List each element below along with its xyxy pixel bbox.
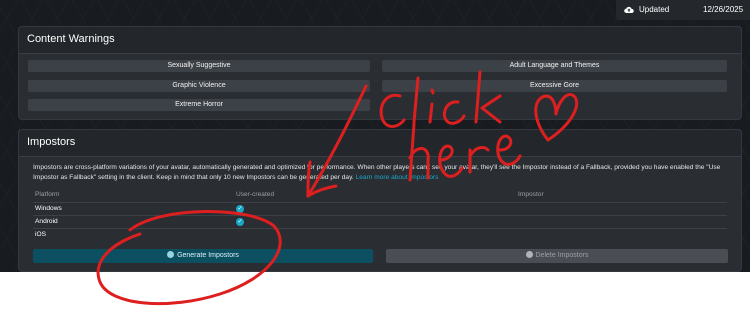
generate-impostors-button[interactable]: Generate Impostors (33, 249, 373, 263)
content-warnings-panel: Content Warnings Sexually Suggestive Adu… (18, 26, 742, 120)
generate-label: Generate Impostors (177, 252, 239, 259)
content-warnings-title: Content Warnings (27, 33, 115, 45)
impostors-panel: Impostors Impostors are cross-platform v… (18, 129, 742, 272)
tag-excessive-gore[interactable]: Excessive Gore (382, 80, 727, 92)
delete-icon (525, 251, 533, 258)
tag-sexually-suggestive[interactable]: Sexually Suggestive (28, 60, 370, 72)
updated-label: Updated (639, 5, 670, 14)
content-warnings-header: Content Warnings (19, 27, 741, 54)
column-platform: Platform (35, 191, 60, 198)
cloud-upload-icon (624, 6, 634, 14)
learn-more-link[interactable]: Learn more about Impostors (356, 174, 439, 181)
updated-status: Updated 12/26/2025 (616, 0, 750, 20)
generate-icon (167, 251, 175, 258)
delete-label: Delete Impostors (535, 252, 589, 259)
delete-impostors-button[interactable]: Delete Impostors (386, 249, 728, 263)
tag-graphic-violence[interactable]: Graphic Violence (28, 80, 370, 92)
platform-name: iOS (35, 231, 46, 238)
updated-date: 12/26/2025 (703, 5, 744, 14)
column-user-created: User-created (236, 191, 275, 198)
tag-extreme-horror[interactable]: Extreme Horror (28, 99, 370, 111)
table-row: Windows ✓ (33, 202, 727, 216)
column-impostor: Impostor (518, 191, 544, 198)
impostors-header: Impostors (19, 130, 741, 157)
table-row: iOS (33, 228, 727, 242)
check-icon: ✓ (236, 218, 244, 226)
app-window: Updated 12/26/2025 Content Warnings Sexu… (0, 0, 750, 272)
platform-name: Windows (35, 205, 62, 212)
impostors-title: Impostors (27, 136, 76, 148)
check-icon: ✓ (236, 205, 244, 213)
tag-adult-language[interactable]: Adult Language and Themes (382, 60, 727, 72)
platform-name: Android (35, 218, 58, 225)
table-row: Android ✓ (33, 215, 727, 229)
impostors-description: Impostors are cross-platform variations … (33, 163, 723, 183)
